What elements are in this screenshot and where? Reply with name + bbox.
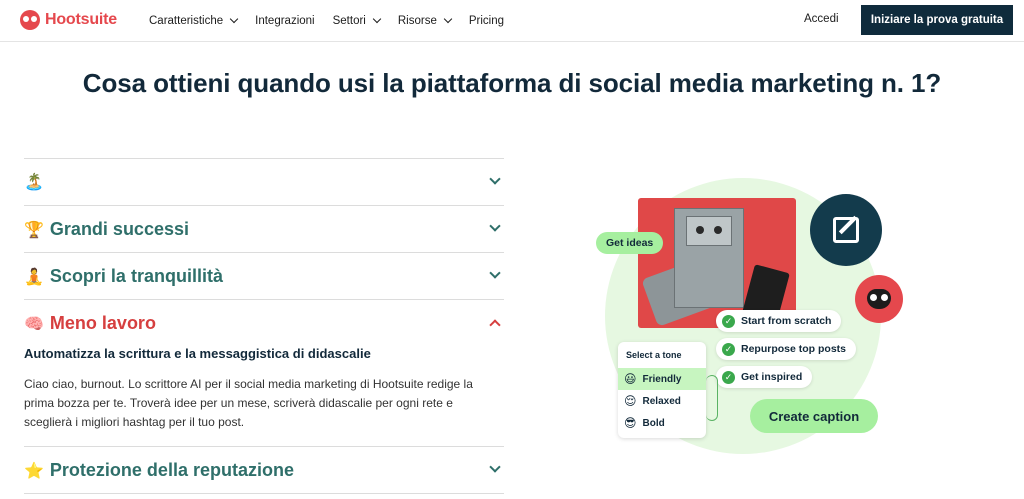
nav-item-pricing[interactable]: Pricing	[469, 15, 504, 27]
tone-option-friendly: 😃 Friendly	[618, 368, 706, 390]
tone-option-relaxed: 😌 Relaxed	[624, 394, 681, 408]
accordion-panel: Automatizza la scrittura e la messaggist…	[24, 346, 504, 446]
accordion-item-grandi-successi[interactable]: 🏆 Grandi successi	[24, 205, 504, 252]
star-icon: ⭐	[24, 462, 44, 480]
trophy-icon: 🏆	[24, 221, 44, 239]
accordion-item-label: Meno lavoro	[49, 313, 156, 333]
chevron-down-icon	[489, 173, 501, 185]
accordion-item-label: Protezione della reputazione	[49, 460, 294, 480]
chevron-down-icon	[372, 14, 382, 24]
get-ideas-pill: Get ideas	[596, 232, 664, 254]
smile-emoji-icon: 😃	[624, 372, 637, 386]
nav-item-settori[interactable]: Settori	[333, 14, 382, 27]
chevron-down-icon	[229, 14, 239, 24]
hootsuite-owl-icon	[855, 275, 903, 323]
logo-text: Hootsuite	[45, 11, 117, 28]
check-icon: ✓	[722, 370, 735, 384]
accordion-item-label: Grandi successi	[49, 219, 189, 239]
sunglasses-emoji-icon: 😎	[624, 416, 637, 430]
tone-selector-card: Select a tone 😃 Friendly 😌 Relaxed 😎 Bol…	[618, 342, 706, 438]
chevron-up-icon	[489, 319, 501, 331]
hootsuite-logo[interactable]: Hootsuite	[20, 9, 117, 31]
relieved-emoji-icon: 😌	[624, 394, 637, 408]
tone-title: Select a tone	[626, 350, 682, 360]
nav-item-risorse[interactable]: Risorse	[398, 14, 453, 27]
accordion-item-1[interactable]: 🏝️	[24, 158, 504, 205]
brain-icon: 🧠	[24, 315, 44, 333]
check-icon: ✓	[722, 314, 735, 328]
nav-item-integrazioni[interactable]: Integrazioni	[255, 15, 314, 27]
accordion-item-meno-lavoro[interactable]: 🧠 Meno lavoro	[24, 299, 504, 346]
page-title: Cosa ottieni quando usi la piattaforma d…	[82, 68, 942, 98]
tone-option-bold: 😎 Bold	[624, 416, 665, 430]
accordion-item-label: Scopri la tranquillità	[49, 266, 223, 286]
option-repurpose-top-posts: ✓ Repurpose top posts	[716, 338, 857, 360]
owl-logo-icon	[20, 10, 40, 30]
divider	[24, 493, 504, 494]
panel-body: Ciao ciao, burnout. Lo scrittore AI per …	[24, 377, 473, 429]
ai-writer-illustration: Get ideas ✓ Start from scratch ✓ Repurpo…	[590, 170, 910, 460]
chevron-down-icon	[489, 220, 501, 232]
nav-menu: Caratteristiche Integrazioni Settori Ris…	[149, 0, 522, 42]
check-icon: ✓	[722, 342, 735, 356]
top-nav: Hootsuite Caratteristiche Integrazioni S…	[0, 0, 1024, 42]
edit-icon	[810, 194, 882, 266]
meditation-icon: 🧘	[24, 268, 44, 286]
option-start-from-scratch: ✓ Start from scratch	[716, 310, 842, 332]
option-get-inspired: ✓ Get inspired	[716, 366, 813, 388]
chevron-down-icon	[489, 461, 501, 473]
free-trial-button[interactable]: Iniziare la prova gratuita	[861, 5, 1013, 35]
accordion-item-tranquillita[interactable]: 🧘 Scopri la tranquillità	[24, 252, 504, 299]
accordion-item-reputazione[interactable]: ⭐ Protezione della reputazione	[24, 446, 504, 493]
login-link[interactable]: Accedi	[804, 13, 839, 25]
chevron-down-icon	[443, 14, 453, 24]
island-icon: 🏝️	[24, 174, 44, 191]
nav-item-caratteristiche[interactable]: Caratteristiche	[149, 14, 239, 27]
create-caption-button: Create caption	[750, 399, 878, 433]
chevron-down-icon	[489, 267, 501, 279]
feature-accordion: 🏝️ 🏆 Grandi successi 🧘 Scopri la tranqui…	[24, 158, 504, 494]
panel-heading: Automatizza la scrittura e la messaggist…	[24, 346, 371, 361]
robot-photo	[638, 198, 796, 328]
